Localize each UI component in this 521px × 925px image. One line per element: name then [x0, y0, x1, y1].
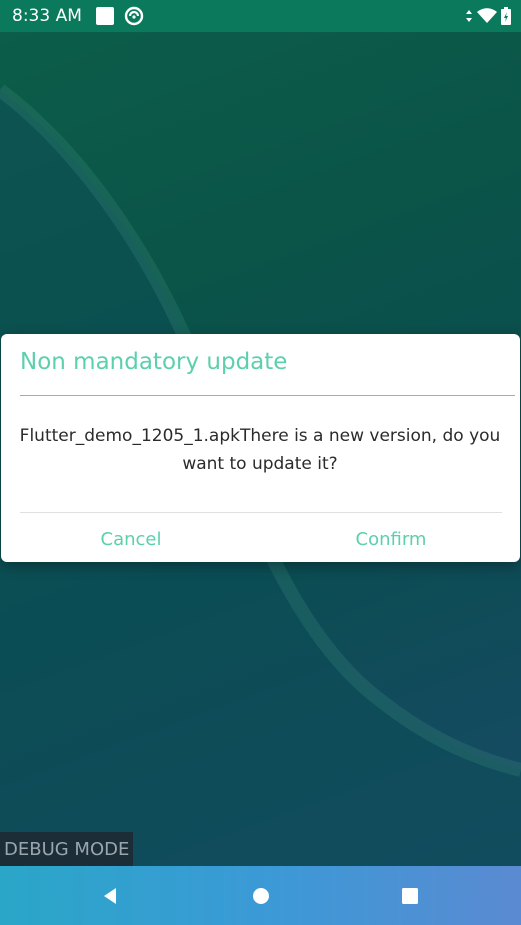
data-arrows-icon	[466, 10, 472, 22]
dialog-message: Flutter_demo_1205_1.apkThere is a new ve…	[19, 426, 501, 474]
debug-mode-label: DEBUG MODE	[0, 832, 134, 866]
wifi-icon	[477, 8, 497, 23]
back-icon[interactable]	[96, 882, 124, 910]
navigation-bar	[0, 866, 521, 925]
recents-icon[interactable]	[396, 882, 424, 910]
status-bar: 8:33 AM	[0, 0, 521, 32]
home-icon[interactable]	[247, 882, 275, 910]
button-divider	[20, 512, 502, 513]
status-icons	[465, 7, 511, 25]
square-notification-icon	[95, 7, 114, 25]
battery-icon	[501, 7, 511, 25]
status-time: 8:33 AM	[12, 6, 82, 26]
title-divider	[20, 395, 515, 396]
circle-sync-icon	[124, 6, 144, 26]
confirm-button[interactable]: Confirm	[291, 521, 491, 557]
dialog-title: Non mandatory update	[20, 349, 288, 375]
device-screen: 8:33 AM Non mandatory update Flutter_dem…	[0, 0, 521, 925]
cancel-button[interactable]: Cancel	[31, 521, 231, 557]
